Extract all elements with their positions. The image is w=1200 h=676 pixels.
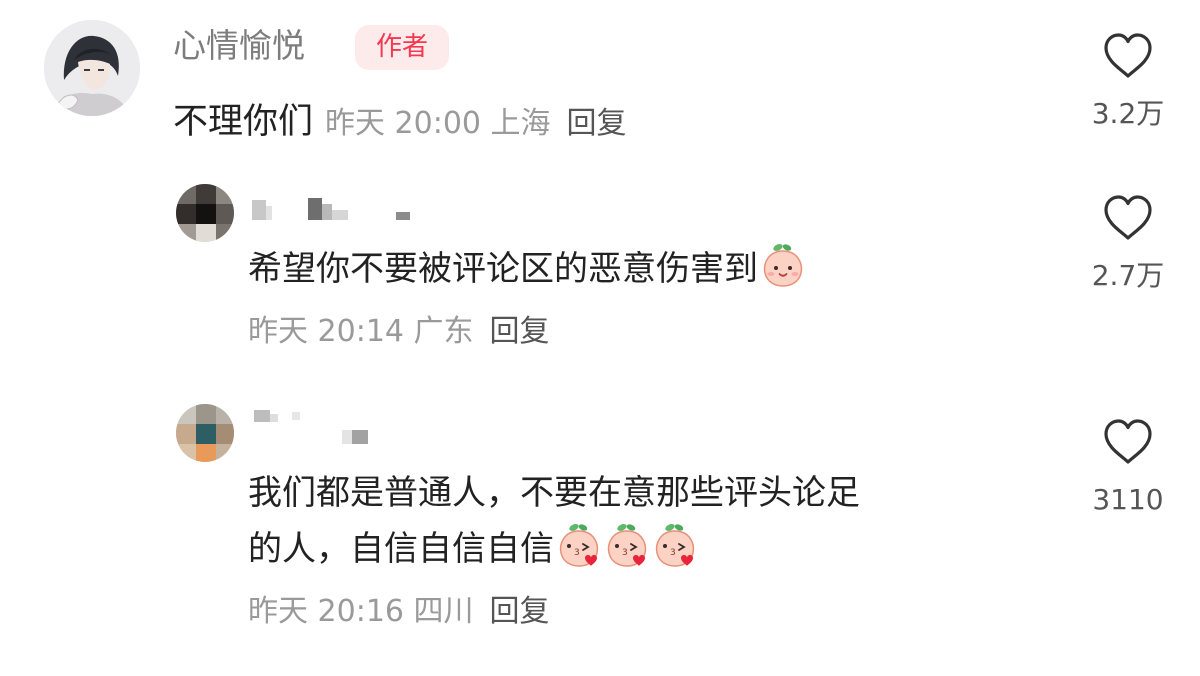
heart-icon[interactable] [1102,194,1154,242]
author-avatar-illustration [44,20,140,116]
reply-1-text-line: 希望你不要被评论区的恶意伤害到 [248,240,806,298]
reply-2-meta: 昨天 20:16 四川 [248,594,474,629]
author-avatar[interactable] [44,20,140,116]
author-comment-meta: 昨天 20:00 上海 [325,106,551,141]
author-badge: 作者 [355,25,449,70]
author-comment-text: 不理你们 [173,102,314,142]
reply-1-meta-line: 昨天 20:14 广东 回复 [248,310,550,358]
author-comment-line: 不理你们 昨天 20:00 上海 回复 [173,98,627,152]
reply-2-avatar-mosaic [176,404,234,462]
reply-1-reply-button[interactable]: 回复 [490,314,550,349]
reply-1-avatar[interactable] [176,184,234,242]
author-like-count: 3.2万 [1091,97,1165,130]
author-reply-button[interactable]: 回复 [567,106,627,141]
peach-kiss-emoji [652,522,698,568]
author-like-block: 3.2万 [1078,32,1178,132]
peach-kiss-emoji [556,522,602,568]
heart-icon[interactable] [1102,32,1154,80]
reply-2-text-line-2-wrap: 的人，自信自信自信 [248,520,698,578]
reply-2-text-line-1: 我们都是普通人，不要在意那些评头论足 [248,473,860,513]
reply-2-avatar[interactable] [176,404,234,462]
reply-1-text: 希望你不要被评论区的恶意伤害到 [248,249,758,289]
reply-1-avatar-mosaic [176,184,234,242]
heart-icon[interactable] [1102,418,1154,466]
reply-1-username-mosaic[interactable] [248,192,428,228]
reply-2-username-mosaic[interactable] [248,408,388,448]
reply-2-like-count: 3110 [1092,483,1164,516]
reply-1-like-block: 2.7万 [1078,194,1178,294]
peach-face-emoji [760,242,806,288]
reply-2-like-block: 3110 [1078,418,1178,518]
reply-2-text-line-2: 的人，自信自信自信 [248,529,554,569]
reply-2-meta-line: 昨天 20:16 四川 回复 [248,590,550,638]
peach-kiss-emoji [604,522,650,568]
reply-1-meta: 昨天 20:14 广东 [248,314,474,349]
reply-2-reply-button[interactable]: 回复 [490,594,550,629]
author-username[interactable]: 心情愉悦 [173,22,305,70]
reply-1-like-count: 2.7万 [1091,259,1165,292]
